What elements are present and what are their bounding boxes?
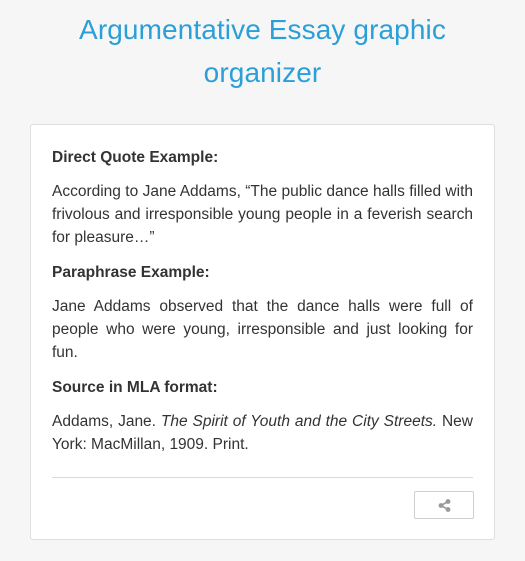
- paraphrase-text: Jane Addams observed that the dance hall…: [52, 298, 473, 361]
- card-divider: [52, 477, 473, 478]
- share-icon: [438, 498, 450, 512]
- direct-quote-heading: Direct Quote Example:: [52, 149, 219, 166]
- direct-quote-text: According to Jane Addams, “The public da…: [52, 183, 473, 246]
- citation-author: Addams, Jane.: [52, 413, 156, 430]
- page: Argumentative Essay graphic organizer Di…: [0, 0, 525, 561]
- content-card: Direct Quote Example: According to Jane …: [30, 124, 495, 540]
- share-button[interactable]: [414, 491, 474, 519]
- source-heading: Source in MLA format:: [52, 379, 218, 396]
- mla-citation: Addams, Jane. The Spirit of Youth and th…: [52, 410, 473, 456]
- page-title: Argumentative Essay graphic organizer: [79, 14, 446, 88]
- card-body: Direct Quote Example: According to Jane …: [52, 146, 473, 468]
- paraphrase-heading: Paraphrase Example:: [52, 264, 210, 281]
- citation-title: The Spirit of Youth and the City Streets…: [160, 413, 438, 430]
